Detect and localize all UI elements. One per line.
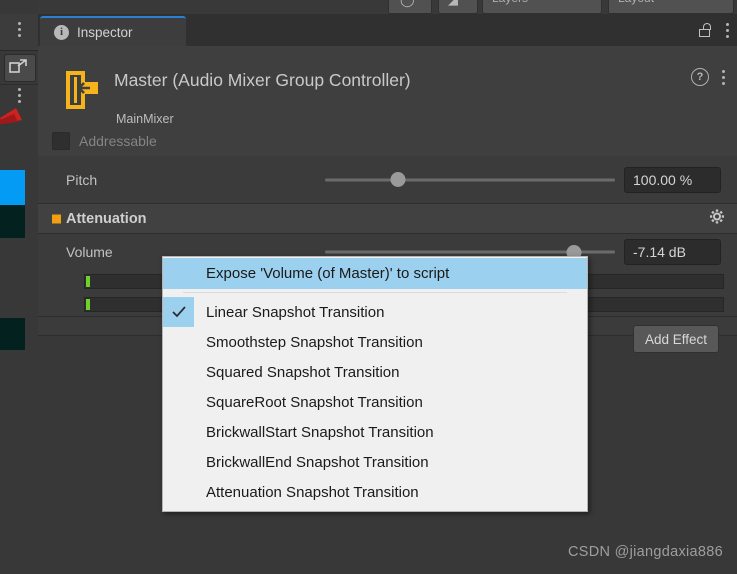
kebab-menu-icon-2[interactable] xyxy=(18,88,21,103)
volume-slider[interactable] xyxy=(325,244,615,260)
header-kebab-menu-icon[interactable] xyxy=(722,69,725,85)
menu-item-label: Expose 'Volume (of Master)' to script xyxy=(206,265,450,282)
menu-item-expose-to-script[interactable]: Expose 'Volume (of Master)' to script xyxy=(163,258,587,289)
maximize-panel-icon xyxy=(9,59,27,73)
rail-divider xyxy=(0,84,38,85)
color-swatch-dark-2 xyxy=(0,318,25,350)
menu-item-label: Attenuation Snapshot Transition xyxy=(206,483,419,501)
page-title: Master (Audio Mixer Group Controller) xyxy=(114,70,411,90)
red-flag-icon xyxy=(0,104,30,126)
color-swatch-dark-1 xyxy=(0,205,25,238)
check-icon xyxy=(163,297,194,327)
gear-icon[interactable] xyxy=(709,208,725,229)
menu-item-label: Linear Snapshot Transition xyxy=(206,303,385,321)
effect-header-attenuation[interactable]: Attenuation xyxy=(38,204,737,234)
attenuation-label: Attenuation xyxy=(66,210,147,227)
info-icon: i xyxy=(54,24,69,40)
inspector-tab-actions xyxy=(699,14,729,46)
tab-inspector[interactable]: i Inspector xyxy=(40,16,186,46)
add-effect-button[interactable]: Add Effect xyxy=(632,325,719,353)
layout-dropdown-label: Layout xyxy=(618,0,654,5)
toolbar-cloud-button[interactable] xyxy=(438,0,478,14)
object-header: Master (Audio Mixer Group Controller) Ma… xyxy=(38,46,737,157)
menu-item-brickwallstart-snapshot-transition[interactable]: BrickwallStart Snapshot Transition xyxy=(163,417,587,447)
addressable-checkbox[interactable] xyxy=(52,132,70,150)
kebab-menu-icon[interactable] xyxy=(18,22,21,37)
menu-item-label: Smoothstep Snapshot Transition xyxy=(206,333,423,351)
menu-item-squared-snapshot-transition[interactable]: Squared Snapshot Transition xyxy=(163,357,587,387)
menu-item-smoothstep-snapshot-transition[interactable]: Smoothstep Snapshot Transition xyxy=(163,327,587,357)
unlock-icon[interactable] xyxy=(699,23,712,37)
menu-item-squareroot-snapshot-transition[interactable]: SquareRoot Snapshot Transition xyxy=(163,387,587,417)
menu-item-label: Squared Snapshot Transition xyxy=(206,363,400,381)
pitch-slider-knob[interactable] xyxy=(390,172,405,187)
cloud-icon: ◢ xyxy=(448,0,458,8)
menu-item-label: SquareRoot Snapshot Transition xyxy=(206,393,423,411)
help-icon[interactable]: ? xyxy=(691,68,709,86)
menu-item-linear-snapshot-transition[interactable]: Linear Snapshot Transition xyxy=(163,297,587,327)
left-panel-rail xyxy=(0,0,38,574)
property-row-pitch: Pitch 100.00 % xyxy=(38,156,737,204)
inspector-menu-icon[interactable] xyxy=(726,22,729,38)
tab-inspector-label: Inspector xyxy=(77,24,133,40)
header-tools: ? xyxy=(691,68,725,86)
menu-item-label: BrickwallStart Snapshot Transition xyxy=(206,423,434,441)
inspector-tabbar: i Inspector xyxy=(38,14,737,46)
color-swatch-blue xyxy=(0,170,25,205)
account-icon: ◯ xyxy=(400,0,415,8)
addressable-row[interactable]: Addressable xyxy=(52,132,157,150)
volume-value-field[interactable]: -7.14 dB xyxy=(624,239,721,265)
attenuation-marker-icon xyxy=(52,214,61,223)
inspector-window: i Inspector Master (Audio Mixer Group Co… xyxy=(38,14,737,574)
addressable-label: Addressable xyxy=(79,133,157,149)
editor-toolbar: Layers Layout ◯ ◢ xyxy=(0,0,737,14)
unity-editor-window: Layers Layout ◯ ◢ xyxy=(0,0,737,574)
volume-label: Volume xyxy=(66,244,113,260)
object-subtitle: MainMixer xyxy=(116,112,174,126)
pitch-slider[interactable] xyxy=(325,172,615,187)
pitch-label: Pitch xyxy=(66,171,98,188)
menu-item-brickwallend-snapshot-transition[interactable]: BrickwallEnd Snapshot Transition xyxy=(163,447,587,477)
menu-item-attenuation-snapshot-transition[interactable]: Attenuation Snapshot Transition xyxy=(163,477,587,507)
layers-dropdown-label: Layers xyxy=(492,0,528,5)
maximize-panel-button[interactable] xyxy=(4,54,36,82)
menu-item-label: BrickwallEnd Snapshot Transition xyxy=(206,453,429,471)
context-menu: Expose 'Volume (of Master)' to script Li… xyxy=(162,256,588,512)
menu-divider xyxy=(183,292,567,293)
audio-mixer-group-icon xyxy=(60,67,106,113)
watermark: CSDN @jiangdaxia886 xyxy=(567,544,723,560)
pitch-value-field[interactable]: 100.00 % xyxy=(624,166,721,193)
